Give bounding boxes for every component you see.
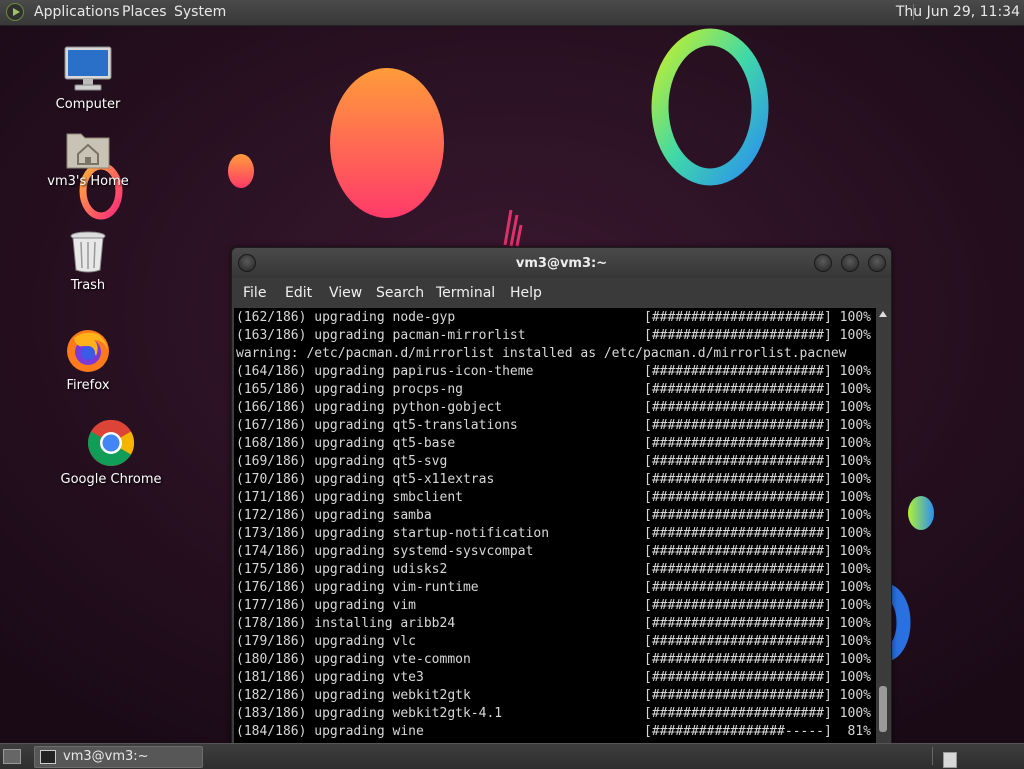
terminal-progress: [######################] 100% xyxy=(644,562,871,577)
terminal-progress: [######################] 100% xyxy=(644,616,871,631)
terminal-line: (162/186) upgrading node-gyp xyxy=(236,310,456,325)
terminal-progress: [######################] 100% xyxy=(644,364,871,379)
terminal-progress: [######################] 100% xyxy=(644,490,871,505)
scroll-up-arrow-icon[interactable] xyxy=(879,311,887,317)
terminal-progress: [######################] 100% xyxy=(644,382,871,397)
terminal-output[interactable]: (162/186) upgrading node-gyp [###########… xyxy=(234,308,876,744)
bottom-panel: vm3@vm3:~ xyxy=(0,743,1024,769)
menu-terminal[interactable]: Terminal xyxy=(436,285,495,301)
maximize-button[interactable] xyxy=(841,254,859,272)
taskbar-item-terminal[interactable]: vm3@vm3:~ xyxy=(34,746,203,768)
terminal-line: (183/186) upgrading webkit2gtk-4.1 xyxy=(236,706,503,721)
terminal-line: (171/186) upgrading smbclient xyxy=(236,490,463,505)
desktop-icon-label: Computer xyxy=(55,97,121,112)
terminal-line: (179/186) upgrading vlc xyxy=(236,634,417,649)
terminal-line: (169/186) upgrading qt5-svg xyxy=(236,454,448,469)
terminal-line: (166/186) upgrading python-gobject xyxy=(236,400,503,415)
menu-search[interactable]: Search xyxy=(376,285,424,301)
terminal-progress: [######################] 100% xyxy=(644,706,871,721)
terminal-scrollbar[interactable] xyxy=(877,308,889,744)
terminal-progress: [######################] 100% xyxy=(644,418,871,433)
terminal-line: (181/186) upgrading vte3 xyxy=(236,670,424,685)
panel-separator xyxy=(932,747,933,765)
terminal-line: (172/186) upgrading samba xyxy=(236,508,432,523)
window-titlebar[interactable]: vm3@vm3:~ xyxy=(232,248,891,278)
terminal-line: warning: /etc/pacman.d/mirrorlist instal… xyxy=(236,346,847,361)
menu-system[interactable]: System xyxy=(174,4,226,20)
trash-icon xyxy=(70,231,106,273)
terminal-line: (177/186) upgrading vim xyxy=(236,598,417,613)
terminal-progress: [######################] 100% xyxy=(644,634,871,649)
terminal-progress: [######################] 100% xyxy=(644,598,871,613)
terminal-line: (173/186) upgrading startup-notification xyxy=(236,526,550,541)
terminal-progress: [######################] 100% xyxy=(644,670,871,685)
desktop-icon-label: Google Chrome xyxy=(60,472,162,487)
close-button[interactable] xyxy=(868,254,886,272)
terminal-progress: [######################] 100% xyxy=(644,454,871,469)
terminal-line: (176/186) upgrading vim-runtime xyxy=(236,580,479,595)
desktop-icon-trash[interactable]: Trash xyxy=(44,230,132,293)
desktop-icon-label: vm3's Home xyxy=(47,174,129,189)
desktop-icon-firefox[interactable]: Firefox xyxy=(44,326,132,393)
terminal-progress: [######################] 100% xyxy=(644,436,871,451)
terminal-progress: [######################] 100% xyxy=(644,652,871,667)
terminal-line: (163/186) upgrading pacman-mirrorlist xyxy=(236,328,526,343)
window-title: vm3@vm3:~ xyxy=(515,256,608,271)
menu-applications[interactable]: Applications xyxy=(34,4,120,20)
clock[interactable]: Thu Jun 29, 11:34 xyxy=(896,4,1020,20)
desktop-icon-home[interactable]: vm3's Home xyxy=(40,128,136,189)
menu-places[interactable]: Places xyxy=(122,4,167,20)
terminal-line: (182/186) upgrading webkit2gtk xyxy=(236,688,471,703)
terminal-line: (168/186) upgrading qt5-base xyxy=(236,436,456,451)
taskbar-item-label: vm3@vm3:~ xyxy=(63,749,149,764)
home-folder-icon xyxy=(66,133,110,169)
chrome-icon xyxy=(88,419,135,466)
terminal-window[interactable]: vm3@vm3:~ File Edit View Search Terminal… xyxy=(231,247,892,745)
terminal-line: (165/186) upgrading procps-ng xyxy=(236,382,463,397)
terminal-icon xyxy=(40,750,56,764)
top-panel: Applications Places System Thu Jun 29, 1… xyxy=(0,0,1024,26)
desktop-icon-chrome[interactable]: Google Chrome xyxy=(56,418,166,487)
menu-view[interactable]: View xyxy=(329,285,362,301)
terminal-line: (184/186) upgrading wine xyxy=(236,724,424,739)
terminal-line: (178/186) installing aribb24 xyxy=(236,616,456,631)
terminal-progress: [######################] 100% xyxy=(644,526,871,541)
desktop-icon-computer[interactable]: Computer xyxy=(44,45,132,112)
minimize-button[interactable] xyxy=(814,254,832,272)
scrollbar-thumb[interactable] xyxy=(879,686,887,732)
computer-icon xyxy=(64,46,112,91)
show-desktop-icon[interactable] xyxy=(3,749,21,764)
menu-edit[interactable]: Edit xyxy=(285,285,312,301)
firefox-icon xyxy=(67,330,109,372)
terminal-progress: [######################] 100% xyxy=(644,400,871,415)
terminal-progress: [######################] 100% xyxy=(644,472,871,487)
menu-file[interactable]: File xyxy=(243,285,266,301)
menu-help[interactable]: Help xyxy=(510,285,542,301)
terminal-line: (174/186) upgrading systemd-sysvcompat xyxy=(236,544,534,559)
applications-logo-icon[interactable] xyxy=(6,3,24,21)
terminal-progress: [######################] 100% xyxy=(644,580,871,595)
workspace-switcher[interactable] xyxy=(943,752,957,768)
terminal-line: (175/186) upgrading udisks2 xyxy=(236,562,448,577)
desktop-icon-label: Trash xyxy=(70,278,106,293)
terminal-line: (167/186) upgrading qt5-translations xyxy=(236,418,518,433)
terminal-line: (164/186) upgrading papirus-icon-theme xyxy=(236,364,534,379)
terminal-progress: [######################] 100% xyxy=(644,544,871,559)
terminal-menubar: File Edit View Search Terminal Help xyxy=(232,278,891,307)
terminal-progress: [#################-----] 81% xyxy=(644,724,871,739)
terminal-progress: [######################] 100% xyxy=(644,328,871,343)
terminal-line: (170/186) upgrading qt5-x11extras xyxy=(236,472,495,487)
terminal-progress: [######################] 100% xyxy=(644,310,871,325)
desktop-icon-label: Firefox xyxy=(66,378,110,393)
terminal-progress: [######################] 100% xyxy=(644,688,871,703)
terminal-progress: [######################] 100% xyxy=(644,508,871,523)
terminal-line: (180/186) upgrading vte-common xyxy=(236,652,471,667)
